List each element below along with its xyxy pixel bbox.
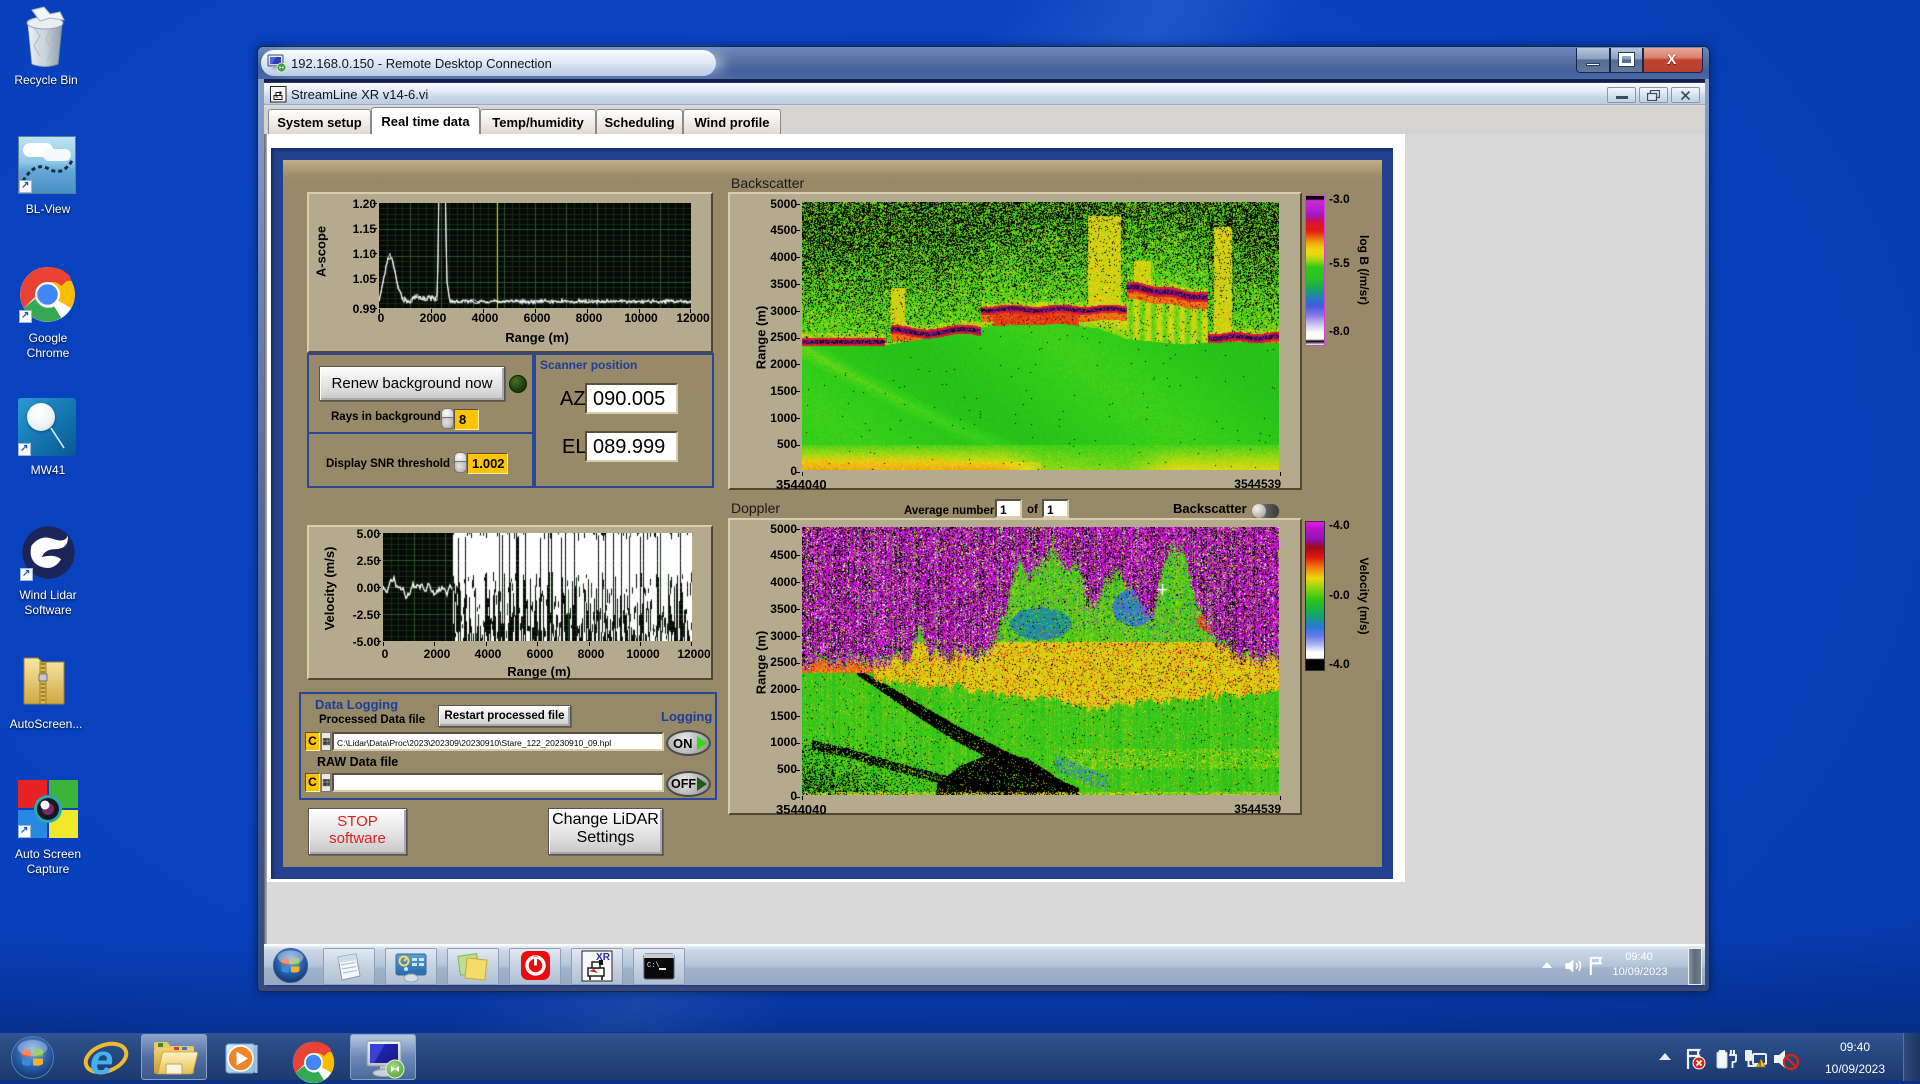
svg-text:!: ! [1759, 1062, 1761, 1069]
svg-text:C:\: C:\ [647, 962, 660, 970]
svg-text:e: e [90, 1037, 113, 1079]
